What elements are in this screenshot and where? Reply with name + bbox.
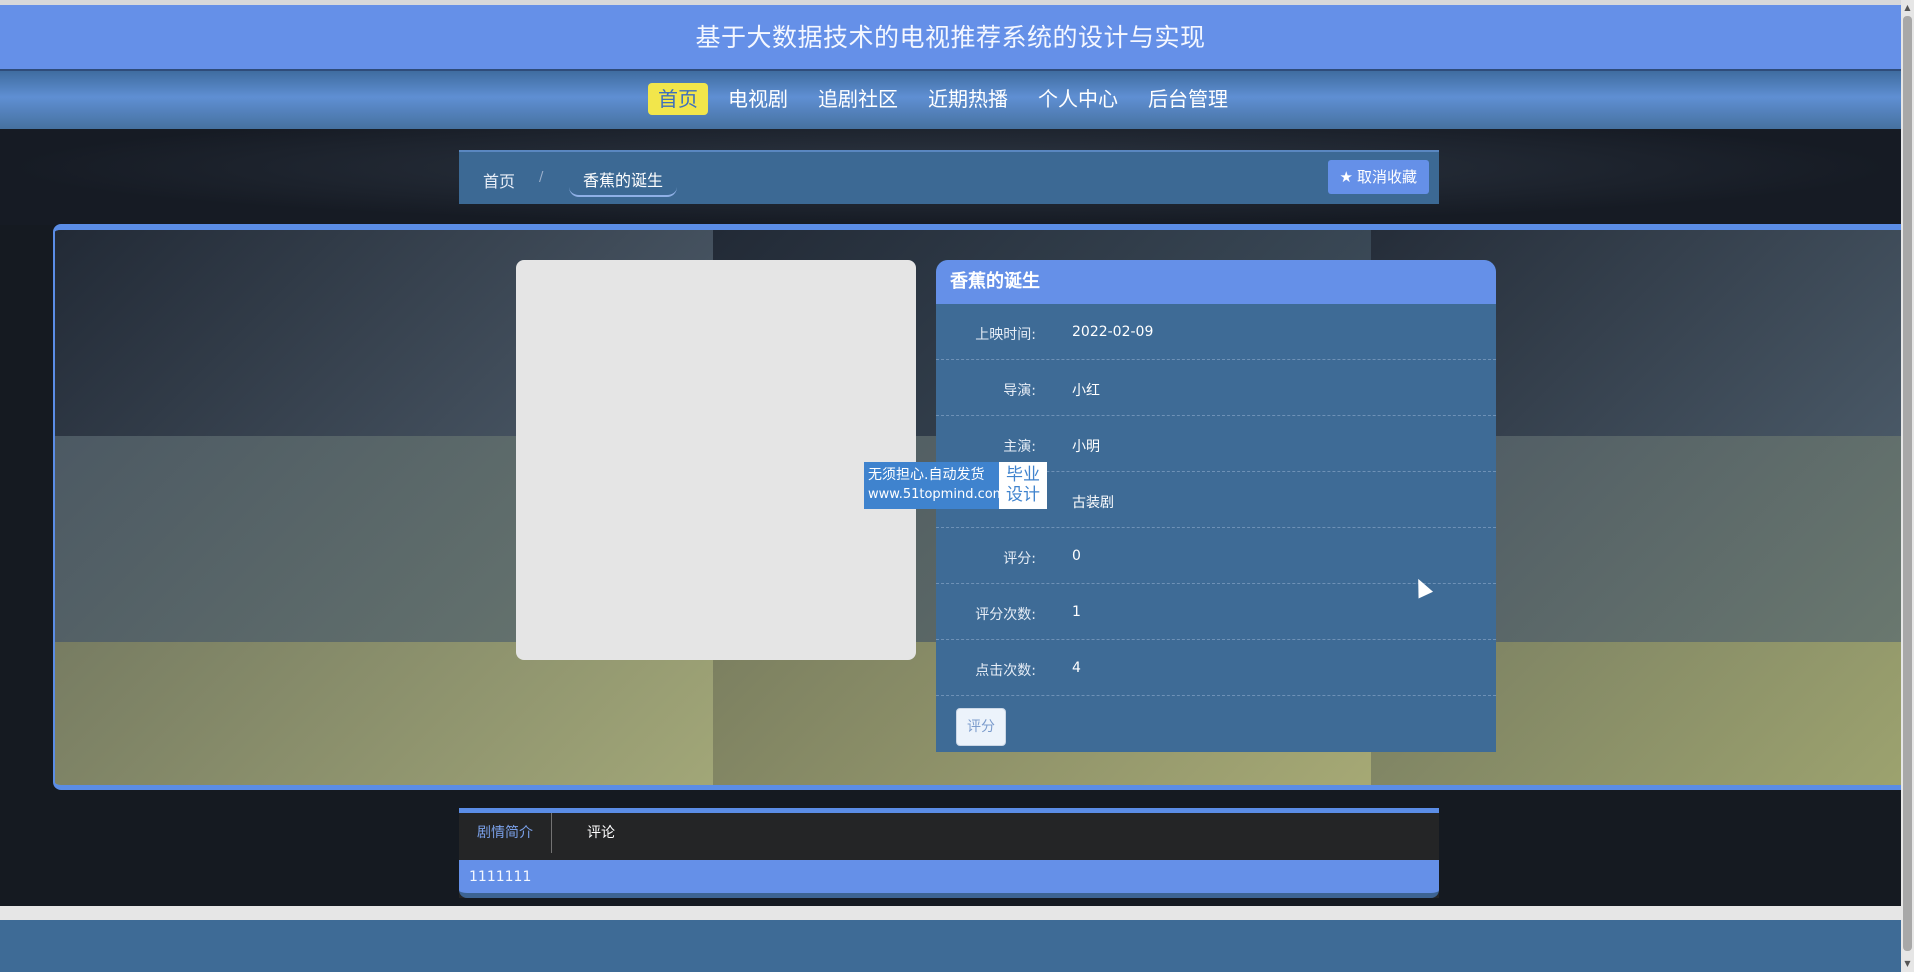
site-title: 基于大数据技术的电视推荐系统的设计与实现 (695, 23, 1206, 52)
rate-button[interactable]: 评分 (956, 708, 1006, 746)
unfavorite-label: 取消收藏 (1356, 168, 1417, 186)
breadcrumb-separator: / (539, 170, 544, 185)
nav-item-admin[interactable]: 后台管理 (1138, 83, 1238, 115)
row-label: 导演: (1003, 383, 1036, 399)
detail-row-rating: 评分: 0 (936, 528, 1496, 584)
detail-tabs: 剧情简介 评论 1111111 (459, 808, 1439, 898)
main-nav: 首页 电视剧 追剧社区 近期热播 个人中心 后台管理 (0, 69, 1901, 129)
row-label: 评分: (1003, 551, 1036, 567)
watermark-badge: 无须担心.自动发货 www.51topmind.com 毕业设计 (864, 462, 1047, 509)
scroll-down-icon[interactable]: ▼ (1901, 956, 1914, 972)
vertical-scrollbar[interactable]: ▲ ▼ (1901, 0, 1914, 972)
series-title: 香蕉的诞生 (936, 260, 1496, 304)
tab-synopsis[interactable]: 剧情简介 (459, 813, 552, 853)
row-label: 评分次数: (975, 607, 1036, 623)
row-label: 点击次数: (975, 663, 1036, 679)
detail-row-click-count: 点击次数: 4 (936, 640, 1496, 696)
nav-item-personal-center[interactable]: 个人中心 (1028, 83, 1128, 115)
row-value: 小明 (1072, 439, 1100, 455)
page: 基于大数据技术的电视推荐系统的设计与实现 首页 电视剧 追剧社区 近期热播 个人… (0, 0, 1901, 972)
nav-item-tv-series[interactable]: 电视剧 (718, 83, 798, 115)
watermark-line1: 无须担心.自动发货 (868, 467, 985, 483)
series-poster (516, 260, 916, 660)
nav-item-home[interactable]: 首页 (648, 83, 708, 115)
watermark-url: www.51topmind.com (868, 487, 1006, 502)
tab-row: 剧情简介 评论 (459, 813, 1439, 853)
watermark-label: 毕业设计 (999, 462, 1047, 509)
nav-list: 首页 电视剧 追剧社区 近期热播 个人中心 后台管理 (648, 83, 1248, 115)
breadcrumb-current: 香蕉的诞生 (569, 163, 678, 197)
breadcrumb-home[interactable]: 首页 (483, 168, 515, 192)
site-header: 基于大数据技术的电视推荐系统的设计与实现 (0, 5, 1901, 69)
star-icon: ★ (1339, 168, 1353, 186)
row-label: 主演: (1003, 439, 1036, 455)
row-value: 0 (1072, 548, 1081, 564)
page-divider (0, 906, 1901, 920)
row-value: 4 (1072, 660, 1081, 676)
row-value: 2022-02-09 (1072, 324, 1154, 340)
detail-row-rating-count: 评分次数: 1 (936, 584, 1496, 640)
unfavorite-button[interactable]: ★ 取消收藏 (1327, 160, 1429, 194)
synopsis-content: 1111111 (459, 860, 1439, 898)
row-value: 古装剧 (1072, 495, 1114, 511)
footer (0, 920, 1901, 972)
background-tile (55, 642, 714, 785)
watermark-text: 无须担心.自动发货 www.51topmind.com (864, 462, 1006, 509)
detail-row-director: 导演: 小红 (936, 360, 1496, 416)
nav-item-community[interactable]: 追剧社区 (808, 83, 908, 115)
detail-row-release-date: 上映时间: 2022-02-09 (936, 304, 1496, 360)
row-value: 1 (1072, 604, 1081, 620)
breadcrumb: 首页 / 香蕉的诞生 ★ 取消收藏 (459, 150, 1439, 204)
tab-comments[interactable]: 评论 (552, 813, 633, 853)
row-value: 小红 (1072, 383, 1100, 399)
scroll-up-icon[interactable]: ▲ (1901, 0, 1914, 16)
row-label: 上映时间: (975, 327, 1036, 343)
nav-item-recent-hot[interactable]: 近期热播 (918, 83, 1018, 115)
scrollbar-thumb[interactable] (1903, 16, 1912, 951)
